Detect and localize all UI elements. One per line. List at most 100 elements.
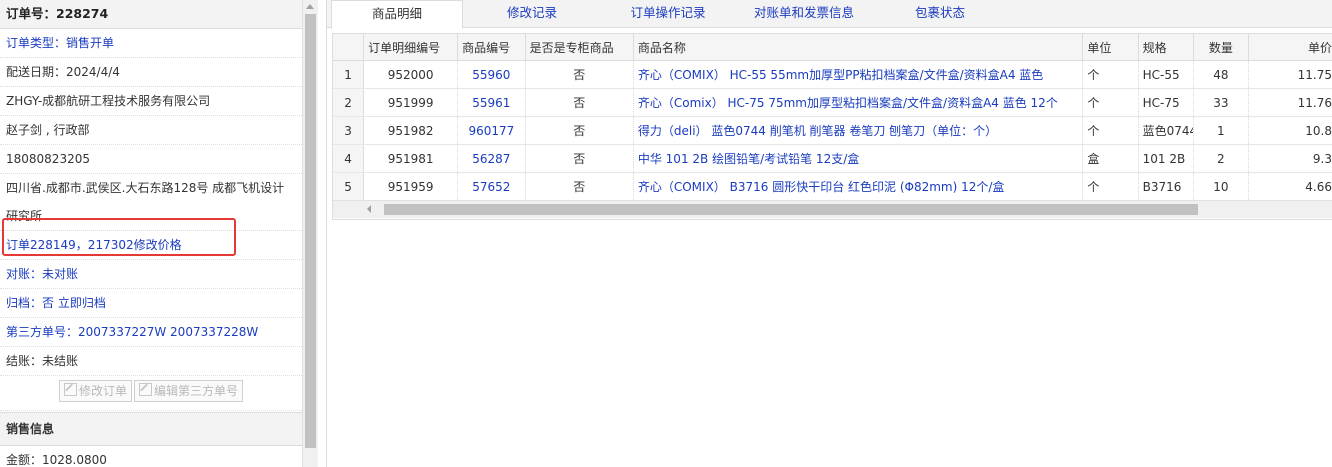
third-party-row: 第三方单号：2007337227W 2007337228W [0,318,302,347]
detail-id: 951959 [363,172,459,201]
table-row[interactable]: 4 951981 56287 否 中华 101 2B 绘图铅笔/考试铅笔 12支… [333,144,1332,173]
row-index: 3 [333,116,365,145]
unit-price: 11.76 [1248,88,1332,117]
detail-id: 951981 [363,144,459,173]
col-header-qty[interactable]: 数量 [1193,34,1249,61]
archive-label: 归档： [6,296,43,310]
spec: HC-75 [1138,88,1194,117]
tab-package-status[interactable]: 包裹状态 [875,0,1005,27]
edit-order-button[interactable]: 修改订单 [58,380,132,402]
spec: 蓝色0744 [1138,116,1194,145]
reconcile-value[interactable]: 未对账 [42,267,78,281]
col-header-detail-id[interactable]: 订单明细编号 [363,34,459,61]
special-flag: 否 [525,144,634,173]
product-name-link[interactable]: 齐心（COMIX） B3716 圆形快干印台 红色印泥 (Φ82mm) 12个/… [633,172,1084,201]
product-name-link[interactable]: 齐心（COMIX） HC-55 55mm加厚型PP粘扣档案盒/文件盒/资料盒A4… [633,60,1084,89]
col-header-unit[interactable]: 单位 [1082,34,1139,61]
quantity: 48 [1193,60,1249,89]
quantity: 2 [1193,144,1249,173]
archive-row: 归档：否 立即归档 [0,289,302,318]
tab-edit-history[interactable]: 修改记录 [467,0,597,27]
reconcile-label: 对账： [6,267,43,281]
product-code-link[interactable]: 56287 [457,144,526,173]
detail-id: 951999 [363,88,459,117]
edit-order-label: 修改订单 [78,384,127,398]
edit-third-party-button[interactable]: 编辑第三方单号 [134,380,244,402]
row-index: 1 [333,60,365,89]
table-row[interactable]: 1 952000 55960 否 齐心（COMIX） HC-55 55mm加厚型… [333,60,1332,89]
detail-tabs: 商品明细 修改记录 订单操作记录 对账单和发票信息 包裹状态 [327,0,1332,29]
unit: 盒 [1082,144,1139,173]
order-type-label: 订单类型： [6,36,67,50]
archive-value[interactable]: 否 立即归档 [42,296,106,310]
spec: HC-55 [1138,60,1194,89]
product-code-link[interactable]: 55961 [457,88,526,117]
reconcile-row: 对账：未对账 [0,260,302,289]
left-scrollbar[interactable] [302,0,318,467]
product-code-link[interactable]: 57652 [457,172,526,201]
order-number-title: 订单号：228274 [0,0,302,29]
quantity: 10 [1193,172,1249,201]
product-table: 订单明细编号 商品编号 是否是专柜商品 商品名称 单位 规格 数量 单价 1 9… [333,34,1332,201]
edit-icon [63,383,77,396]
contact-person: 赵子剑 , 行政部 [0,116,302,145]
spec: B3716 [1138,172,1194,201]
order-note[interactable]: 订单228149，217302修改价格 [0,231,302,260]
left-scrollbar-thumb[interactable] [305,14,316,448]
horizontal-scrollbar-thumb[interactable] [384,204,1198,215]
delivery-address: 四川省.成都市.武侯区.大石东路128号 成都飞机设计研究所 [0,174,302,231]
product-code-link[interactable]: 55960 [457,60,526,89]
scroll-left-icon[interactable] [367,205,371,213]
row-index: 4 [333,144,365,173]
col-header-product-code[interactable]: 商品编号 [457,34,526,61]
contact-phone: 18080823205 [0,145,302,174]
quantity: 33 [1193,88,1249,117]
unit: 个 [1082,88,1139,117]
col-header-spec[interactable]: 规格 [1138,34,1194,61]
tab-order-operations[interactable]: 订单操作记录 [603,0,733,27]
order-type-row: 订单类型：销售开单 [0,29,302,58]
table-row[interactable]: 3 951982 960177 否 得力（deli） 蓝色0744 削笔机 削笔… [333,116,1332,145]
spec: 101 2B [1138,144,1194,173]
quantity: 1 [1193,116,1249,145]
table-header: 订单明细编号 商品编号 是否是专柜商品 商品名称 单位 规格 数量 单价 [333,34,1332,61]
table-row[interactable]: 2 951999 55961 否 齐心（Comix） HC-75 75mm加厚型… [333,88,1332,117]
company-name: ZHGY-成都航研工程技术服务有限公司 [0,87,302,116]
settle-label: 结账： [6,354,43,368]
unit: 个 [1082,172,1139,201]
special-flag: 否 [525,116,634,145]
col-header-price[interactable]: 单价 [1248,34,1332,61]
unit-price: 11.75 [1248,60,1332,89]
col-header-index [333,34,365,61]
product-name-link[interactable]: 中华 101 2B 绘图铅笔/考试铅笔 12支/盒 [633,144,1084,173]
product-table-container: 订单明细编号 商品编号 是否是专柜商品 商品名称 单位 规格 数量 单价 1 9… [332,33,1332,220]
col-header-special[interactable]: 是否是专柜商品 [525,34,634,61]
third-party-value[interactable]: 2007337227W 2007337228W [78,325,258,339]
settle-row: 结账：未结账 [0,347,302,376]
unit-price: 10.8 [1248,116,1332,145]
product-code-link[interactable]: 960177 [457,116,526,145]
product-name-link[interactable]: 齐心（Comix） HC-75 75mm加厚型粘扣档案盒/文件盒/资料盒A4 蓝… [633,88,1084,117]
detail-id: 952000 [363,60,459,89]
sales-amount: 金额：1028.0800 [0,446,302,467]
tab-product-details[interactable]: 商品明细 [331,0,463,29]
special-flag: 否 [525,60,634,89]
special-flag: 否 [525,172,634,201]
table-row[interactable]: 5 951959 57652 否 齐心（COMIX） B3716 圆形快干印台 … [333,172,1332,201]
col-header-product-name[interactable]: 商品名称 [633,34,1084,61]
scroll-up-icon[interactable] [306,4,314,9]
delivery-date: 配送日期：2024/4/4 [0,58,302,87]
tab-statement-invoice[interactable]: 对账单和发票信息 [739,0,869,27]
detail-id: 951982 [363,116,459,145]
product-name-link[interactable]: 得力（deli） 蓝色0744 削笔机 削笔器 卷笔刀 刨笔刀（单位：个） [633,116,1084,145]
settle-value: 未结账 [42,354,79,368]
unit-price: 4.66 [1248,172,1332,201]
panel-gap [318,0,326,467]
action-buttons: 修改订单 编辑第三方单号 [0,376,302,411]
horizontal-scrollbar[interactable] [333,200,1332,218]
row-index: 2 [333,88,365,117]
unit: 个 [1082,60,1139,89]
order-type-value[interactable]: 销售开单 [66,36,114,50]
sales-info-title: 销售信息 [0,412,302,446]
third-party-label: 第三方单号： [6,325,79,339]
